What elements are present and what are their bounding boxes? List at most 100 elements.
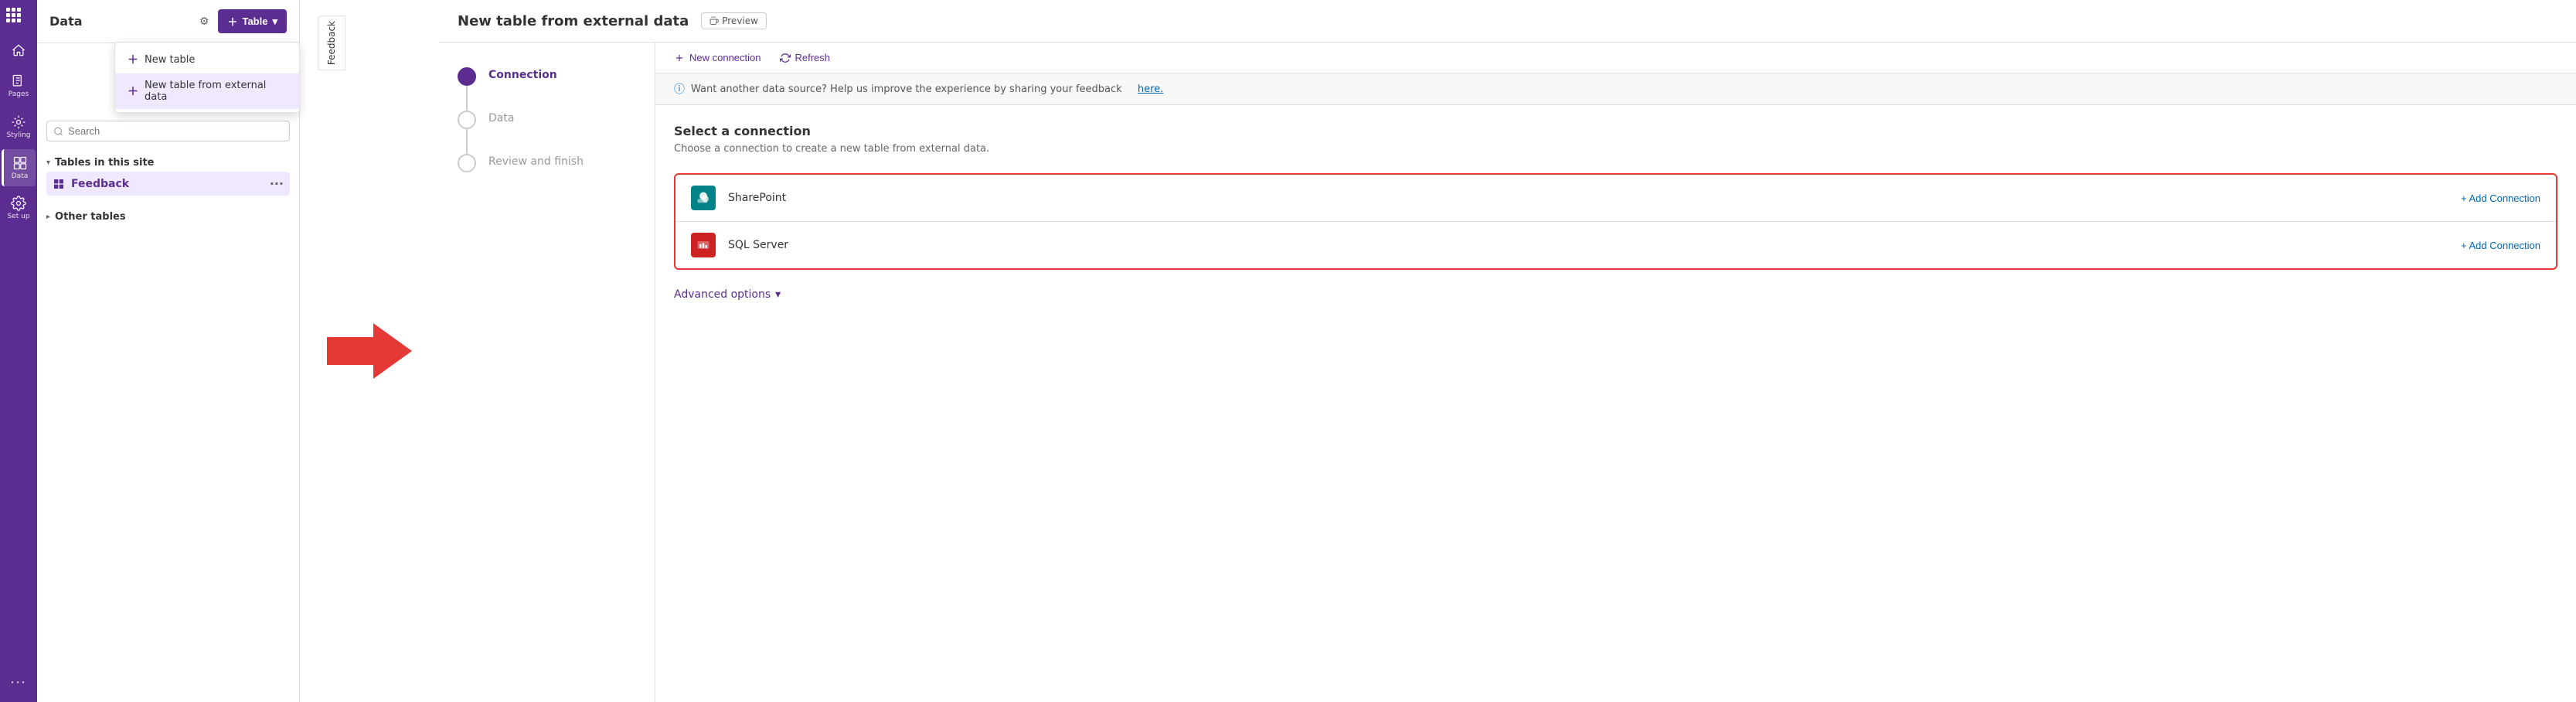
nav-data-label: Data [12, 172, 29, 181]
info-link[interactable]: here. [1138, 83, 1163, 95]
search-icon [53, 126, 63, 137]
styling-icon [11, 114, 26, 130]
chevron-down-icon: ▾ [46, 158, 50, 167]
left-nav-panel: Pages Styling Data S [0, 0, 37, 702]
step-connection: Connection [458, 67, 636, 86]
sharepoint-icon [691, 186, 716, 210]
arrow-head [373, 323, 412, 379]
refresh-icon [780, 53, 791, 63]
step-data: Data [458, 111, 636, 129]
wizard-steps: Connection Data Review and finish [439, 43, 655, 702]
info-icon: ⓘ [674, 81, 685, 97]
step-circle-connection [458, 67, 476, 86]
panel-header: Data ⚙ ＋ Table ▾ [37, 0, 299, 43]
sqlserver-name: SQL Server [728, 239, 2448, 251]
data-icon [12, 155, 28, 171]
other-tables-label: Other tables [55, 211, 126, 223]
connection-cards: SharePoint + Add Connection SQL Server + [674, 173, 2557, 270]
feedback-table-icon [53, 178, 65, 190]
other-tables-section: ▾ Other tables [37, 202, 299, 232]
connection-panel: New connection Refresh ⓘ Want another da… [655, 43, 2576, 702]
nav-pages-label: Pages [9, 90, 29, 99]
pages-icon [11, 73, 26, 89]
sharepoint-connection-card[interactable]: SharePoint + Add Connection [675, 175, 2556, 222]
advanced-options-label: Advanced options [674, 288, 771, 301]
search-input[interactable] [68, 125, 283, 137]
step-review: Review and finish [458, 154, 636, 172]
new-connection-button[interactable]: New connection [674, 52, 761, 63]
preview-icon [710, 16, 719, 26]
sharepoint-name: SharePoint [728, 192, 2448, 204]
setup-icon [11, 196, 26, 211]
step-label-data: Data [488, 111, 514, 124]
new-table-external-plus-icon: ＋ [128, 83, 138, 99]
more-dots-icon: ··· [10, 675, 26, 690]
table-button[interactable]: ＋ Table ▾ [218, 9, 287, 33]
info-text: Want another data source? Help us improv… [691, 83, 1122, 95]
page-title: New table from external data [458, 13, 689, 29]
tables-in-site-label: Tables in this site [55, 157, 154, 169]
nav-item-styling[interactable]: Styling [2, 108, 36, 146]
advanced-options-chevron-icon: ▾ [775, 288, 781, 301]
sqlserver-icon [691, 233, 716, 257]
content-body: Connection Data Review and finish [439, 43, 2576, 702]
preview-label: Preview [722, 15, 758, 26]
app-grid-icon [6, 8, 21, 22]
table-dropdown-menu: ＋ New table ＋ New table from external da… [114, 42, 300, 113]
select-subtitle: Choose a connection to create a new tabl… [674, 143, 2557, 155]
nav-setup-label: Set up [7, 213, 29, 221]
nav-styling-label: Styling [7, 131, 31, 140]
main-content: New table from external data Preview Con… [439, 0, 2576, 702]
plus-icon: ＋ [227, 14, 237, 29]
dropdown-chevron-icon: ▾ [272, 15, 277, 28]
sqlserver-connection-card[interactable]: SQL Server + Add Connection [675, 222, 2556, 268]
gear-button[interactable]: ⚙ [196, 13, 213, 29]
new-connection-label: New connection [689, 52, 761, 63]
feedback-table-item[interactable]: Feedback ··· [46, 172, 290, 196]
sqlserver-add-connection-button[interactable]: + Add Connection [2461, 240, 2540, 251]
advanced-options[interactable]: Advanced options ▾ [674, 288, 2557, 301]
table-button-label: Table [242, 15, 267, 27]
select-connection-area: Select a connection Choose a connection … [655, 105, 2576, 319]
feedback-table-label: Feedback [71, 178, 129, 190]
dropdown-new-table[interactable]: ＋ New table [115, 46, 299, 73]
page-title-bar: New table from external data Preview [439, 0, 2576, 43]
refresh-label: Refresh [795, 52, 831, 63]
new-connection-plus-icon [674, 53, 685, 63]
sqlserver-logo [696, 237, 711, 253]
connection-toolbar: New connection Refresh [655, 43, 2576, 73]
step-circle-data [458, 111, 476, 129]
preview-badge: Preview [701, 12, 767, 29]
arrow-graphic [327, 323, 412, 379]
step-label-review: Review and finish [488, 154, 584, 168]
other-tables-header[interactable]: ▾ Other tables [46, 208, 290, 226]
data-panel: Data ⚙ ＋ Table ▾ ＋ New table ＋ New table… [37, 0, 300, 702]
nav-item-home[interactable] [2, 36, 36, 64]
nav-item-more[interactable]: ··· [2, 669, 36, 696]
home-icon [11, 43, 26, 58]
refresh-button[interactable]: Refresh [780, 52, 831, 63]
tables-section: ▾ Tables in this site Feedback ··· [37, 148, 299, 202]
new-table-external-label: New table from external data [145, 80, 287, 103]
feedback-tab[interactable]: Feedback [318, 15, 345, 70]
nav-item-pages[interactable]: Pages [2, 67, 36, 105]
step-label-connection: Connection [488, 67, 557, 81]
search-bar [46, 121, 290, 141]
new-table-label: New table [145, 54, 195, 66]
info-banner: ⓘ Want another data source? Help us impr… [655, 73, 2576, 105]
nav-item-setup[interactable]: Set up [2, 189, 36, 227]
table-item-dots-icon[interactable]: ··· [270, 176, 284, 191]
nav-item-data[interactable]: Data [2, 149, 36, 187]
panel-title: Data [49, 14, 190, 29]
tables-in-site-header[interactable]: ▾ Tables in this site [46, 154, 290, 172]
arrow-area [300, 0, 439, 702]
select-title: Select a connection [674, 124, 2557, 138]
chevron-right-icon: ▾ [44, 215, 53, 219]
step-circle-review [458, 154, 476, 172]
dropdown-new-table-external[interactable]: ＋ New table from external data [115, 73, 299, 109]
sharepoint-add-connection-button[interactable]: + Add Connection [2461, 193, 2540, 204]
app-header [0, 0, 37, 30]
new-table-plus-icon: ＋ [128, 52, 138, 67]
sharepoint-logo [696, 190, 711, 206]
arrow-body [327, 337, 373, 365]
